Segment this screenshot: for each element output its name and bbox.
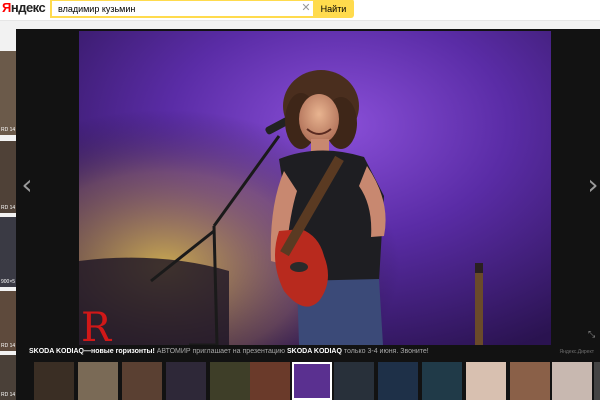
ad-text-line[interactable]: SKODA KODIAQ—новые горизонты! АВТОМИР пр… xyxy=(29,348,589,360)
ad-brand-2[interactable]: SKODA KODIAQ xyxy=(287,348,342,355)
thumbnail[interactable] xyxy=(166,362,206,400)
thumbnail-selected[interactable] xyxy=(292,362,332,400)
image-viewer: ‹ R › ⤡ SKODA KODIAQ—новые горизонты! АВ… xyxy=(16,29,600,400)
resize-icon[interactable]: ⤡ xyxy=(588,329,598,339)
thumbnail[interactable] xyxy=(594,362,600,400)
concert-photo: R xyxy=(79,31,551,345)
background-result-label: RD 14 xyxy=(1,343,16,349)
background-result-label: RD 14 xyxy=(1,392,16,398)
background-result-thumb[interactable]: 900×5 xyxy=(0,217,16,287)
ad-brand[interactable]: SKODA KODIAQ—новые горизонты! xyxy=(29,348,155,355)
background-result-label: RD 14 xyxy=(1,127,16,133)
chevron-right-icon[interactable]: › xyxy=(582,169,600,201)
background-result-label: 900×5 xyxy=(1,279,16,285)
thumbnail[interactable] xyxy=(510,362,550,400)
thumbnail[interactable] xyxy=(334,362,374,400)
thumbnail-strip xyxy=(16,362,600,400)
ad-text: АВТОМИР приглашает на презентацию xyxy=(156,348,286,355)
ad-source[interactable]: Яндекс.Директ xyxy=(560,349,594,355)
background-result-thumb[interactable]: RD 14 xyxy=(0,141,16,213)
thumbnail[interactable] xyxy=(210,362,250,400)
search-box: ✕ xyxy=(50,0,315,18)
logo-rest: ндекс xyxy=(10,0,46,15)
thumbnail[interactable] xyxy=(422,362,462,400)
search-button[interactable]: Найти xyxy=(313,0,354,18)
thumbnail[interactable] xyxy=(122,362,162,400)
background-result-thumb[interactable]: RD 14 xyxy=(0,51,16,135)
main-image[interactable]: R xyxy=(79,31,551,345)
thumbnail[interactable] xyxy=(378,362,418,400)
close-icon[interactable]: ✕ xyxy=(300,1,312,16)
svg-text:R: R xyxy=(81,305,113,345)
yandex-logo[interactable]: Яндекс xyxy=(2,0,46,15)
background-result-label: RD 14 xyxy=(1,205,16,211)
top-search-bar: Яндекс ✕ Найти xyxy=(0,0,600,21)
search-input[interactable] xyxy=(58,1,298,16)
background-result-thumb[interactable]: RD 14 xyxy=(0,355,16,400)
chevron-left-icon[interactable]: ‹ xyxy=(16,169,38,201)
thumbnail[interactable] xyxy=(78,362,118,400)
logo-first-letter: Я xyxy=(2,0,11,15)
thumbnail[interactable] xyxy=(250,362,290,400)
background-result-thumb[interactable]: RD 14 xyxy=(0,291,16,351)
thumbnail[interactable] xyxy=(34,362,74,400)
thumbnail[interactable] xyxy=(552,362,592,400)
thumbnail[interactable] xyxy=(466,362,506,400)
ad-text-2: только 3-4 июня. Звоните! xyxy=(343,348,429,355)
